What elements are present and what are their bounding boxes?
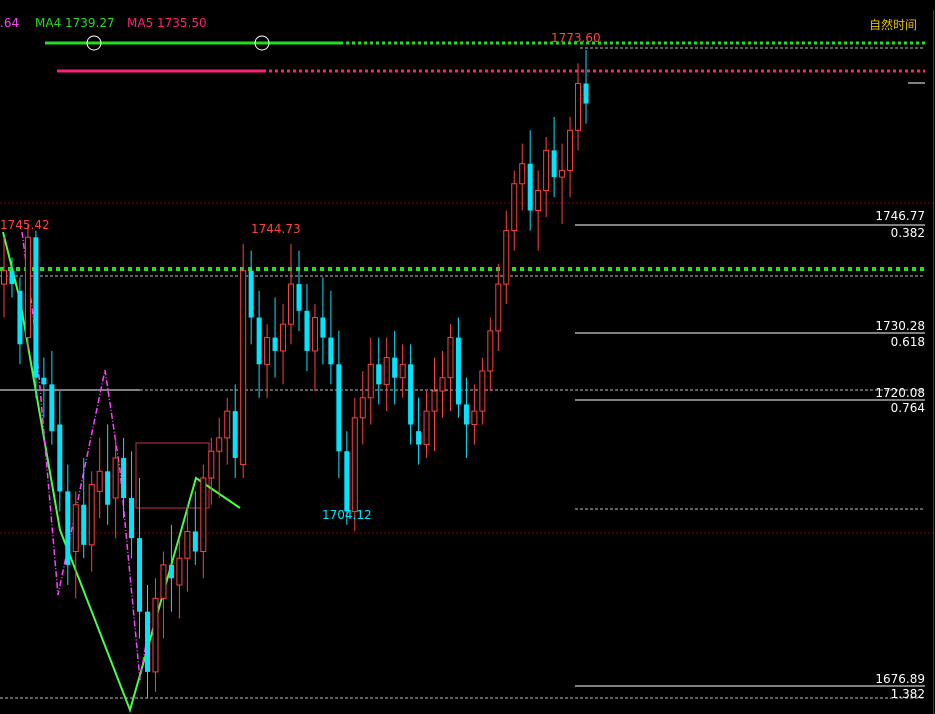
fib-price-0382: 1746.77 [875, 209, 925, 223]
candle-body[interactable] [81, 504, 87, 545]
candle-body[interactable] [543, 149, 550, 191]
candle-body[interactable] [567, 129, 574, 171]
candle-body[interactable] [535, 189, 542, 212]
candle-body[interactable] [256, 317, 262, 365]
fib-ratio-1382: 1.382 [890, 687, 925, 701]
fib-price-1382: 1676.89 [875, 672, 925, 686]
fib-ratio-0764: 0.764 [890, 401, 925, 415]
candle-body[interactable] [105, 471, 111, 505]
candle-body[interactable] [344, 451, 350, 512]
zone-rectangle[interactable] [135, 442, 210, 509]
candle-body[interactable] [304, 310, 310, 351]
candles-group [1, 50, 589, 699]
candle-body[interactable] [288, 283, 295, 325]
candle-body[interactable] [367, 363, 374, 399]
fib-price-0618: 1730.28 [875, 319, 925, 333]
candle-body[interactable] [471, 410, 478, 425]
candle-body[interactable] [376, 364, 382, 385]
candle-body[interactable] [49, 384, 55, 432]
candle-body[interactable] [575, 82, 582, 131]
dashdot-line [21, 231, 151, 681]
candle-body[interactable] [168, 564, 174, 579]
candle-body[interactable] [336, 364, 342, 452]
candle-body[interactable] [72, 504, 79, 553]
candle-body[interactable] [559, 169, 566, 178]
candle-body[interactable] [176, 557, 183, 586]
candle-body[interactable] [416, 431, 422, 445]
label-low-mid: 1704.12 [322, 508, 372, 522]
candle-body[interactable] [184, 530, 191, 559]
candle-body[interactable] [511, 183, 518, 232]
candle-body[interactable] [479, 370, 486, 412]
ma4-label: MA4 1739.27 [35, 16, 115, 30]
candle-body[interactable] [519, 163, 526, 185]
candle-body[interactable] [272, 337, 278, 351]
candle-body[interactable] [296, 284, 302, 311]
candle-body[interactable] [408, 364, 414, 425]
candle-body[interactable] [439, 377, 446, 392]
candle-body[interactable] [145, 611, 151, 672]
right-border [933, 10, 934, 714]
candle-body[interactable] [17, 290, 23, 345]
candle-body[interactable] [423, 410, 430, 446]
candle-body[interactable] [41, 377, 47, 385]
candle-body[interactable] [351, 417, 358, 512]
candle-body[interactable] [455, 337, 461, 405]
candle-body[interactable] [24, 236, 31, 339]
candle-body[interactable] [280, 323, 287, 352]
fib-ratio-0618: 0.618 [890, 335, 925, 349]
candle-body[interactable] [121, 457, 127, 499]
candle-body[interactable] [359, 397, 366, 419]
time-mode-label[interactable]: 自然时间 [869, 16, 917, 33]
candle-body[interactable] [1, 270, 7, 285]
candle-body[interactable] [248, 270, 254, 318]
candle-body[interactable] [112, 457, 119, 499]
candle-body[interactable] [392, 357, 398, 378]
candle-body[interactable] [503, 230, 510, 285]
candle-body[interactable] [495, 283, 502, 332]
label-high-top: 1773.60 [551, 31, 601, 45]
candle-body[interactable] [240, 270, 247, 466]
candle-body[interactable] [65, 491, 71, 565]
candle-body[interactable] [447, 337, 454, 379]
candle-body[interactable] [527, 163, 533, 211]
candle-body[interactable] [383, 357, 390, 385]
candle-body[interactable] [232, 411, 238, 458]
candle-body[interactable] [33, 237, 39, 378]
candle-body[interactable] [9, 270, 15, 285]
candle-body[interactable] [399, 363, 406, 379]
candle-body[interactable] [57, 424, 63, 492]
candle-body[interactable] [208, 450, 215, 479]
candle-body[interactable] [129, 498, 135, 539]
candle-body[interactable] [216, 437, 223, 452]
candle-body[interactable] [160, 564, 167, 599]
price-chart: 1745.42 1744.73 1704.12 1773.60 [0, 31, 935, 714]
candle-body[interactable] [200, 477, 207, 553]
candle-body[interactable] [583, 83, 589, 104]
candle-body[interactable] [96, 470, 103, 492]
candle-body[interactable] [320, 317, 326, 338]
ma5-label: MA5 1735.50 [127, 16, 207, 30]
candle-body[interactable] [224, 410, 231, 439]
candle-body[interactable] [152, 597, 159, 673]
candle-body[interactable] [463, 404, 469, 425]
candle-body[interactable] [88, 484, 95, 546]
fib-ratio-0382: 0.382 [890, 226, 925, 240]
prev-value: .64 [0, 16, 20, 30]
label-high-left: 1745.42 [0, 218, 50, 232]
candle-body[interactable] [328, 337, 334, 365]
candle-body[interactable] [431, 390, 438, 412]
fib-price-0764: 1720.08 [875, 386, 925, 400]
label-high-mid: 1744.73 [251, 222, 301, 236]
candle-body[interactable] [311, 317, 318, 352]
candle-body[interactable] [551, 150, 557, 178]
candle-body[interactable] [192, 531, 198, 552]
candle-body[interactable] [264, 337, 271, 365]
candle-body[interactable] [137, 538, 143, 612]
candle-body[interactable] [487, 330, 494, 372]
